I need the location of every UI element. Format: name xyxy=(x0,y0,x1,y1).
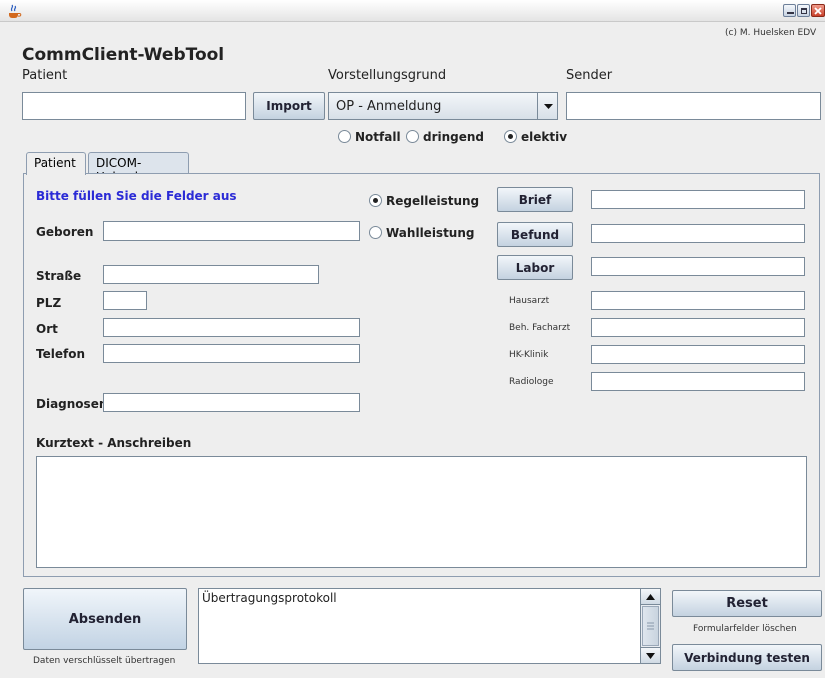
sender-label: Sender xyxy=(566,68,613,83)
kurztext-label: Kurztext - Anschreiben xyxy=(36,436,192,450)
protocol-area[interactable]: Übertragungsprotokoll xyxy=(198,588,661,664)
plz-input[interactable] xyxy=(103,291,147,310)
diagnosen-label: Diagnosen xyxy=(36,397,108,411)
hk-klinik-label: HK-Klinik xyxy=(509,350,549,360)
hk-klinik-input[interactable] xyxy=(591,345,805,364)
vorstellungsgrund-label: Vorstellungsgrund xyxy=(328,68,447,83)
hausarzt-input[interactable] xyxy=(591,291,805,310)
maximize-button[interactable] xyxy=(797,4,810,17)
scroll-up-button[interactable] xyxy=(641,589,660,605)
clear-note: Formularfelder löschen xyxy=(693,624,797,634)
close-icon xyxy=(814,7,822,15)
ort-input[interactable] xyxy=(103,318,360,337)
grip-icon xyxy=(647,622,654,630)
scroll-thumb[interactable] xyxy=(642,606,659,646)
facharzt-label: Beh. Facharzt xyxy=(509,323,571,333)
encrypt-note: Daten verschlüsselt übertragen xyxy=(33,656,176,666)
strasse-input[interactable] xyxy=(103,265,319,284)
tab-patient[interactable]: Patient xyxy=(26,152,86,175)
chevron-down-icon xyxy=(544,104,553,109)
diagnosen-input[interactable] xyxy=(103,393,360,412)
ort-label: Ort xyxy=(36,322,58,336)
geboren-input[interactable] xyxy=(103,221,360,241)
dringend-label: dringend xyxy=(423,130,485,144)
instruction-text: Bitte füllen Sie die Felder aus xyxy=(36,189,237,203)
close-button[interactable] xyxy=(811,4,825,17)
scroll-down-button[interactable] xyxy=(641,647,660,663)
app-title: CommClient-WebTool xyxy=(22,45,225,65)
copyright-text: (c) M. Huelsken EDV xyxy=(725,28,817,38)
scrollbar[interactable] xyxy=(640,589,660,663)
notfall-label: Notfall xyxy=(355,130,401,144)
title-bar xyxy=(0,0,825,22)
hausarzt-label: Hausarzt xyxy=(509,296,550,306)
labor-button[interactable]: Labor xyxy=(497,255,573,280)
labor-input[interactable] xyxy=(591,257,805,276)
patient-input[interactable] xyxy=(22,92,246,120)
verbindung-testen-button[interactable]: Verbindung testen xyxy=(672,644,822,671)
facharzt-input[interactable] xyxy=(591,318,805,337)
befund-button[interactable]: Befund xyxy=(497,222,573,247)
tab-dicom-upload[interactable]: DICOM-Upload xyxy=(88,152,189,184)
patient-label: Patient xyxy=(22,68,68,83)
kurztext-textarea[interactable] xyxy=(36,456,807,568)
absenden-button[interactable]: Absenden xyxy=(23,588,187,650)
dropdown-button[interactable] xyxy=(537,93,558,119)
minimize-button[interactable] xyxy=(783,4,796,17)
sender-input[interactable] xyxy=(566,92,821,120)
radiologe-input[interactable] xyxy=(591,372,805,391)
brief-input[interactable] xyxy=(591,190,805,209)
plz-label: PLZ xyxy=(36,296,62,310)
telefon-input[interactable] xyxy=(103,344,360,363)
wahlleistung-label: Wahlleistung xyxy=(386,226,475,240)
arrow-up-icon xyxy=(646,594,655,600)
geboren-label: Geboren xyxy=(36,225,94,239)
wahlleistung-radio[interactable] xyxy=(369,226,382,239)
radiologe-label: Radiologe xyxy=(509,377,554,387)
reset-button[interactable]: Reset xyxy=(672,590,822,617)
elektiv-radio[interactable] xyxy=(504,130,517,143)
java-coffee-icon xyxy=(9,4,22,18)
protocol-text: Übertragungsprotokoll xyxy=(202,591,337,605)
import-button[interactable]: Import xyxy=(253,92,325,120)
telefon-label: Telefon xyxy=(36,347,85,361)
notfall-radio[interactable] xyxy=(338,130,351,143)
strasse-label: Straße xyxy=(36,269,82,283)
vorstellungsgrund-select[interactable]: OP - Anmeldung xyxy=(328,92,558,120)
vorstellungsgrund-value: OP - Anmeldung xyxy=(336,99,442,114)
elektiv-label: elektiv xyxy=(521,130,568,144)
arrow-down-icon xyxy=(646,653,655,659)
regelleistung-label: Regelleistung xyxy=(386,194,480,208)
brief-button[interactable]: Brief xyxy=(497,187,573,212)
app-window: (c) M. Huelsken EDV CommClient-WebTool P… xyxy=(0,0,825,678)
regelleistung-radio[interactable] xyxy=(369,194,382,207)
dringend-radio[interactable] xyxy=(406,130,419,143)
befund-input[interactable] xyxy=(591,224,805,243)
